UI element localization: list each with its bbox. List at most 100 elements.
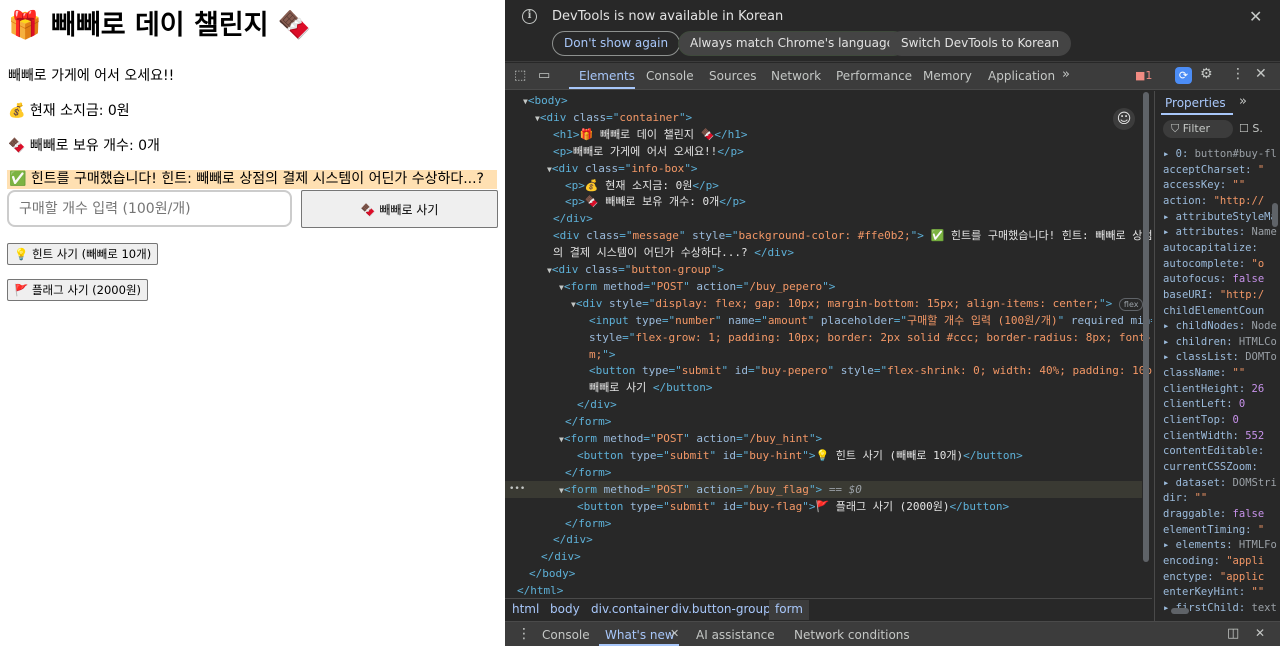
inspect-element-icon[interactable]: ⬚ bbox=[514, 68, 526, 83]
property-row[interactable]: autocapitalize: bbox=[1163, 241, 1280, 257]
tree-node[interactable]: <input type="number" name="amount" place… bbox=[505, 312, 1152, 329]
property-row[interactable]: childElementCoun bbox=[1163, 304, 1280, 320]
drawer-tab-console[interactable]: Console bbox=[542, 628, 590, 642]
property-row[interactable]: baseURI: "http:/ bbox=[1163, 288, 1280, 304]
tab-console[interactable]: Console bbox=[646, 69, 694, 83]
property-row[interactable]: ▸ 0: button#buy-fl bbox=[1163, 147, 1280, 163]
close-drawer-icon[interactable]: ✕ bbox=[1255, 626, 1265, 640]
switch-to-korean-button[interactable]: Switch DevTools to Korean bbox=[889, 31, 1072, 56]
property-row[interactable]: elementTiming: " bbox=[1163, 523, 1280, 539]
buy-hint-button[interactable]: 💡 힌트 사기 (빼빼로 10개) bbox=[7, 243, 159, 265]
dont-show-again-button[interactable]: Don't show again bbox=[552, 31, 681, 56]
device-toolbar-icon[interactable]: ▭ bbox=[538, 68, 550, 83]
tree-node[interactable]: ▼<body> bbox=[505, 92, 1142, 109]
property-row[interactable]: currentCSSZoom: bbox=[1163, 460, 1280, 476]
breadcrumb-div-button-group[interactable]: div.button-group bbox=[671, 602, 771, 616]
error-count-badge[interactable]: ■1 bbox=[1135, 69, 1152, 82]
property-row[interactable]: ▸ attributeStyleMa bbox=[1163, 210, 1280, 226]
breadcrumb-form[interactable]: form bbox=[769, 600, 809, 620]
tab-properties[interactable]: Properties bbox=[1165, 96, 1226, 110]
property-row[interactable]: ▸ classList: DOMTo bbox=[1163, 350, 1280, 366]
tree-node[interactable]: m;"> bbox=[505, 346, 1142, 363]
properties-filter-input[interactable]: ⛉ Filter bbox=[1163, 120, 1233, 138]
tab-elements[interactable]: Elements bbox=[579, 69, 635, 83]
property-row[interactable]: accessKey: "" bbox=[1163, 178, 1280, 194]
tree-node[interactable]: <button type="submit" id="buy-flag">🚩 플래… bbox=[505, 498, 1142, 515]
tree-node[interactable]: </form> bbox=[505, 515, 1142, 532]
close-devtools-icon[interactable]: ✕ bbox=[1255, 66, 1267, 82]
tree-node[interactable]: ▼<form method="POST" action="/buy_hint"> bbox=[505, 430, 1142, 447]
drawer-tab-network-conditions[interactable]: Network conditions bbox=[794, 628, 910, 642]
property-row[interactable]: ▸ attributes: Name bbox=[1163, 225, 1280, 241]
tree-node[interactable]: </form> bbox=[505, 413, 1142, 430]
more-panes-icon[interactable]: » bbox=[1239, 94, 1247, 109]
tree-node[interactable]: </body> bbox=[505, 565, 1142, 582]
accessibility-icon[interactable]: ☺ bbox=[1113, 108, 1135, 130]
close-icon[interactable]: ✕ bbox=[1249, 7, 1262, 26]
buy-pepero-button[interactable]: 🍫 빼빼로 사기 bbox=[301, 190, 498, 228]
tree-node[interactable]: <p>💰 현재 소지금: 0원</p> bbox=[505, 177, 1142, 194]
tree-node[interactable]: <p>🍫 빼빼로 보유 개수: 0개</p> bbox=[505, 193, 1142, 210]
tree-node[interactable]: ▼<div class="container"> bbox=[505, 109, 1142, 126]
tab-application[interactable]: Application bbox=[988, 69, 1055, 83]
property-row[interactable]: action: "http:// bbox=[1163, 194, 1280, 210]
property-row[interactable]: ▸ children: HTMLCo bbox=[1163, 335, 1280, 351]
dock-side-icon[interactable]: ◫ bbox=[1227, 626, 1239, 641]
tab-network[interactable]: Network bbox=[771, 69, 821, 83]
property-row[interactable]: acceptCharset: " bbox=[1163, 163, 1280, 179]
tree-node-selected[interactable]: ▼<form method="POST" action="/buy_flag">… bbox=[505, 480, 1142, 498]
elements-scrollbar[interactable] bbox=[1143, 92, 1149, 582]
tree-node[interactable]: ▼<div class="button-group"> bbox=[505, 261, 1142, 278]
always-match-language-button[interactable]: Always match Chrome's language bbox=[678, 31, 906, 56]
close-whats-new-icon[interactable]: ✕ bbox=[670, 627, 679, 640]
tab-sources[interactable]: Sources bbox=[709, 69, 756, 83]
properties-hscrollbar[interactable] bbox=[1171, 608, 1189, 614]
tree-node[interactable]: style="flex-grow: 1; padding: 10px; bord… bbox=[505, 329, 1152, 346]
more-options-icon[interactable]: ⋮ bbox=[1231, 66, 1245, 82]
tree-node[interactable]: </div> bbox=[505, 548, 1142, 565]
gear-icon[interactable]: ⚙ bbox=[1200, 66, 1213, 82]
ai-assist-icon[interactable]: ⟳ bbox=[1175, 67, 1192, 84]
selected-node-marker[interactable]: ••• bbox=[509, 481, 525, 498]
property-row[interactable]: clientLeft: 0 bbox=[1163, 397, 1280, 413]
tree-node[interactable]: ▼<div style="display: flex; gap: 10px; m… bbox=[505, 295, 1144, 312]
amount-input[interactable] bbox=[7, 190, 292, 227]
tree-node[interactable]: <button type="submit" id="buy-hint">💡 힌트… bbox=[505, 447, 1142, 464]
tree-node[interactable]: 빼빼로 사기 </button> bbox=[505, 379, 1142, 396]
tab-memory[interactable]: Memory bbox=[923, 69, 972, 83]
tree-node[interactable]: ▼<div class="info-box"> bbox=[505, 160, 1142, 177]
breadcrumb-body[interactable]: body bbox=[550, 602, 580, 616]
tree-node[interactable]: 의 결제 시스템이 어딘가 수상하다...? </div> bbox=[505, 244, 1142, 261]
more-tabs-icon[interactable]: » bbox=[1062, 67, 1070, 82]
drawer-tab-ai-assistance[interactable]: AI assistance bbox=[696, 628, 775, 642]
tree-node[interactable]: <div class="message" style="background-c… bbox=[505, 227, 1152, 244]
breadcrumb-html[interactable]: html bbox=[512, 602, 539, 616]
property-row[interactable]: autocomplete: "o bbox=[1163, 257, 1280, 273]
property-row[interactable]: ▸ childNodes: Node bbox=[1163, 319, 1280, 335]
drawer-tab-whats-new[interactable]: What's new bbox=[605, 628, 675, 642]
tree-node[interactable]: </div> bbox=[505, 531, 1142, 548]
property-row[interactable]: enterKeyHint: "" bbox=[1163, 585, 1280, 601]
properties-scrollbar[interactable] bbox=[1272, 203, 1278, 618]
property-row[interactable]: draggable: false bbox=[1163, 507, 1280, 523]
property-row[interactable]: clientTop: 0 bbox=[1163, 413, 1280, 429]
tree-node[interactable]: </div> bbox=[505, 396, 1142, 413]
property-row[interactable]: autofocus: false bbox=[1163, 272, 1280, 288]
tree-node[interactable]: </html> bbox=[505, 582, 1142, 596]
tree-node[interactable]: <button type="submit" id="buy-pepero" st… bbox=[505, 362, 1152, 379]
property-row[interactable]: ▸ dataset: DOMStri bbox=[1163, 476, 1280, 492]
tree-node[interactable]: </form> bbox=[505, 464, 1142, 481]
property-row[interactable]: ▸ elements: HTMLFo bbox=[1163, 538, 1280, 554]
property-row[interactable]: contentEditable: bbox=[1163, 444, 1280, 460]
property-row[interactable]: clientWidth: 552 bbox=[1163, 429, 1280, 445]
property-row[interactable]: enctype: "applic bbox=[1163, 570, 1280, 586]
tree-node[interactable]: ▼<form method="POST" action="/buy_pepero… bbox=[505, 278, 1142, 295]
breadcrumb-div-container[interactable]: div.container bbox=[591, 602, 669, 616]
property-row[interactable]: className: "" bbox=[1163, 366, 1280, 382]
tab-performance[interactable]: Performance bbox=[836, 69, 912, 83]
property-row[interactable]: dir: "" bbox=[1163, 491, 1280, 507]
drawer-menu-icon[interactable]: ⋮ bbox=[517, 626, 531, 642]
property-row[interactable]: clientHeight: 26 bbox=[1163, 382, 1280, 398]
property-row[interactable]: encoding: "appli bbox=[1163, 554, 1280, 570]
tree-node[interactable]: </div> bbox=[505, 210, 1142, 227]
